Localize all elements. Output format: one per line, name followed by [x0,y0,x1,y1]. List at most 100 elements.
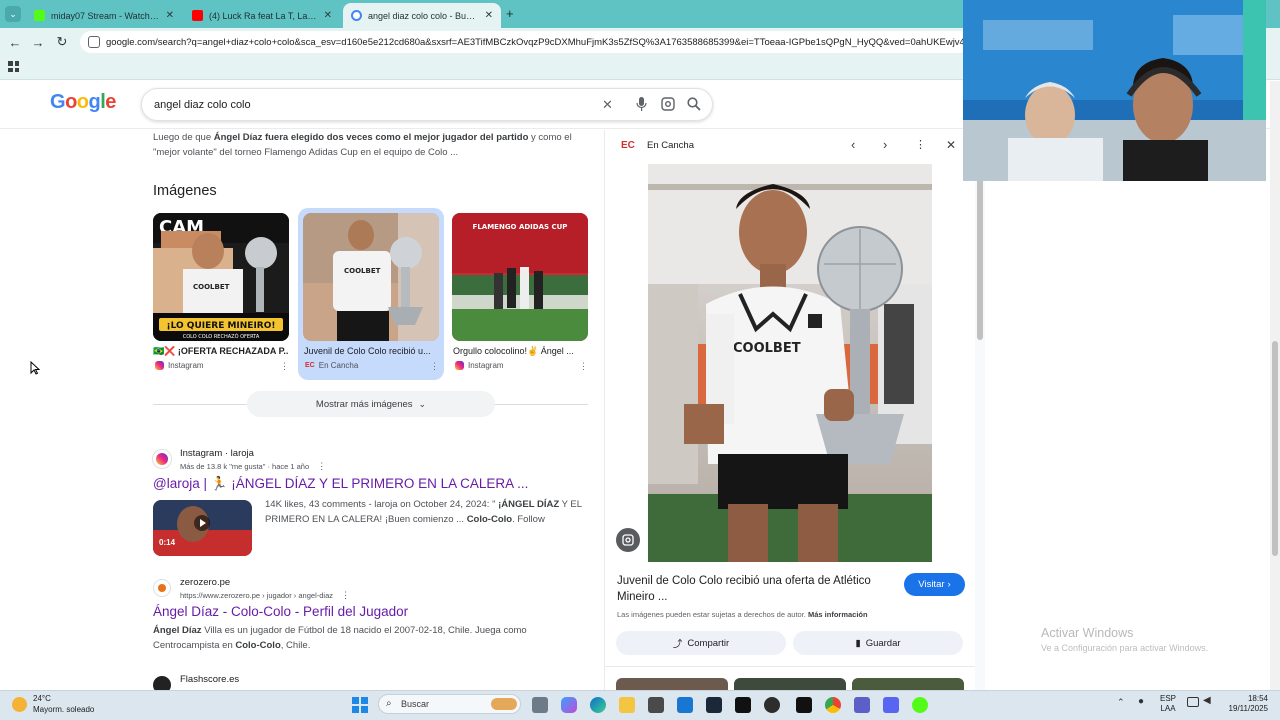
obs-icon[interactable] [764,697,780,713]
tab-search-button[interactable]: ⌄ [5,6,21,22]
page-scrollbar[interactable] [1270,81,1280,690]
images-heading: Imágenes [153,183,217,199]
image-thumb-1[interactable]: CAM COOLBET ¡LO QUIERE MINEIRO! COLO COL… [153,213,289,341]
taskbar-search[interactable]: ⌕ Buscar [378,694,521,714]
close-icon[interactable]: ✕ [166,10,174,21]
file-explorer-icon[interactable] [619,697,635,713]
tab-title: (4) Luck Ra feat La T, La M, Rus [209,10,318,21]
bookmark-icon: ▮ [855,637,861,649]
edge-icon[interactable] [590,697,606,713]
discord-icon[interactable] [883,697,899,713]
webcam-overlay [963,0,1266,181]
lens-search-icon[interactable] [616,528,640,552]
result-1-site[interactable]: Instagram · laroja [180,448,254,459]
preview-source[interactable]: En Cancha [647,140,694,151]
google-logo[interactable]: Google [50,91,116,114]
previous-icon[interactable]: ‹ [851,137,855,152]
svg-text:COOLBET: COOLBET [733,341,801,356]
result-1-meta: Más de 13.8 k "me gusta" · hace 1 año ⋮ [180,461,327,471]
microphone-icon[interactable]: ● [1138,696,1144,707]
result-1-title[interactable]: @laroja | 🏃 ¡ÁNGEL DÍAZ Y EL PRIMERO EN … [153,476,528,492]
search-input[interactable]: angel diaz colo colo [154,99,251,111]
image-thumb-1-source[interactable]: Instagram [155,361,204,370]
divider [495,404,588,405]
top-snippet: Luego de que Ángel Díaz fuera elegido do… [153,132,572,158]
result-3-site[interactable]: Flashscore.es [180,674,239,685]
image-thumb-3[interactable]: FLAMENGO ADIDAS CUP [452,213,588,341]
save-button[interactable]: ▮ Guardar [793,631,963,655]
tiktok-icon[interactable] [735,697,751,713]
chevron-down-icon: ⌄ [418,398,427,409]
source-badge: EC [621,140,635,151]
share-icon: ⤴ [672,639,683,650]
volume-icon[interactable]: ◀ [1203,695,1211,706]
activate-windows-title: Activar Windows [1041,626,1134,640]
result-2-title[interactable]: Ángel Díaz - Colo-Colo - Perfil del Juga… [153,604,408,619]
result-2-site[interactable]: zerozero.pe [180,577,230,588]
panel-scrollbar[interactable] [975,130,985,690]
search-icon[interactable] [687,97,701,114]
mail-icon[interactable] [677,697,693,713]
steam-icon[interactable] [706,697,722,713]
teams-icon[interactable] [854,697,870,713]
start-icon[interactable] [352,697,368,713]
image-thumb-2-source[interactable]: EC En Cancha [305,361,358,370]
tab-google-search[interactable]: angel diaz colo colo - Buscar co ✕ [343,3,501,28]
chrome-icon[interactable] [825,697,841,713]
preview-image[interactable]: COOLBET [648,164,932,562]
video-duration: 0:14 [159,538,176,547]
store-icon[interactable] [648,697,664,713]
more-options-icon[interactable]: ⋮ [579,361,588,372]
youtube-icon [192,10,203,21]
lens-icon[interactable] [661,97,675,114]
clock[interactable]: 18:54 19/11/2025 [1222,694,1268,714]
visit-button[interactable]: Visitar › [904,573,965,596]
copilot-icon[interactable] [561,697,577,713]
new-tab-button[interactable]: + [506,6,514,21]
tiktok-live-icon[interactable] [796,697,812,713]
kick-app-icon[interactable] [912,697,928,713]
image-thumb-3-source[interactable]: Instagram [455,361,504,370]
tab-title: miday07 Stream - Watch Live o [51,10,160,21]
weather-temp[interactable]: 24°C [33,694,51,703]
forward-icon[interactable]: → [29,33,47,51]
svg-text:COOLBET: COOLBET [344,267,381,275]
weather-desc[interactable]: Mayorm. soleado [33,705,94,714]
search-box[interactable]: angel diaz colo colo ✕ [141,88,713,121]
more-options-icon[interactable]: ⋮ [430,361,439,372]
network-icon[interactable] [1187,697,1199,707]
clear-icon[interactable]: ✕ [602,97,613,113]
tray-chevron-icon[interactable]: ⌃ [1117,697,1125,708]
image-thumb-1-caption[interactable]: 🇧🇷❌ ¡OFERTA RECHAZADA P... [153,346,289,357]
site-info-icon[interactable] [88,36,100,48]
more-options-icon[interactable]: ⋮ [317,461,326,471]
next-icon[interactable]: › [883,137,887,152]
more-options-icon[interactable]: ⋮ [280,361,289,372]
language-indicator[interactable]: ESP LAA [1160,694,1176,714]
more-options-icon[interactable]: ⋮ [915,138,926,151]
result-2-snippet: Ángel Díaz Villa es un jugador de Fútbol… [153,625,527,651]
close-icon[interactable]: ✕ [485,10,493,21]
tab-kick-stream[interactable]: miday07 Stream - Watch Live o ✕ [26,3,182,28]
tab-youtube[interactable]: (4) Luck Ra feat La T, La M, Rus ✕ [184,3,340,28]
apps-grid-icon[interactable] [8,61,19,72]
google-icon [351,10,362,21]
preview-title[interactable]: Juvenil de Colo Colo recibió una oferta … [617,573,887,605]
share-button[interactable]: ⤴ Compartir [616,631,786,655]
address-bar[interactable]: google.com/search?q=angel+diaz+colo+colo… [80,31,970,53]
activate-windows-subtitle: Ve a Configuración para activar Windows. [1041,643,1209,653]
more-info-link[interactable]: Más información [808,610,868,619]
close-icon[interactable]: ✕ [946,138,956,152]
reload-icon[interactable]: ↻ [53,33,71,51]
image-thumb-2[interactable]: COOLBET [303,213,439,341]
voice-search-icon[interactable] [636,97,647,114]
result-1-video-thumb[interactable]: 0:14 [153,500,252,556]
image-thumb-2-caption[interactable]: Juvenil de Colo Colo recibió u... [304,346,440,356]
back-icon[interactable]: ← [6,33,24,51]
close-icon[interactable]: ✕ [324,10,332,21]
weather-icon[interactable] [12,697,27,712]
task-view-icon[interactable] [532,697,548,713]
more-options-icon[interactable]: ⋮ [341,590,350,600]
more-images-button[interactable]: Mostrar más imágenes ⌄ [247,391,495,417]
image-thumb-3-caption[interactable]: Orgullo colocolino!✌️ Ángel ... [453,346,589,357]
